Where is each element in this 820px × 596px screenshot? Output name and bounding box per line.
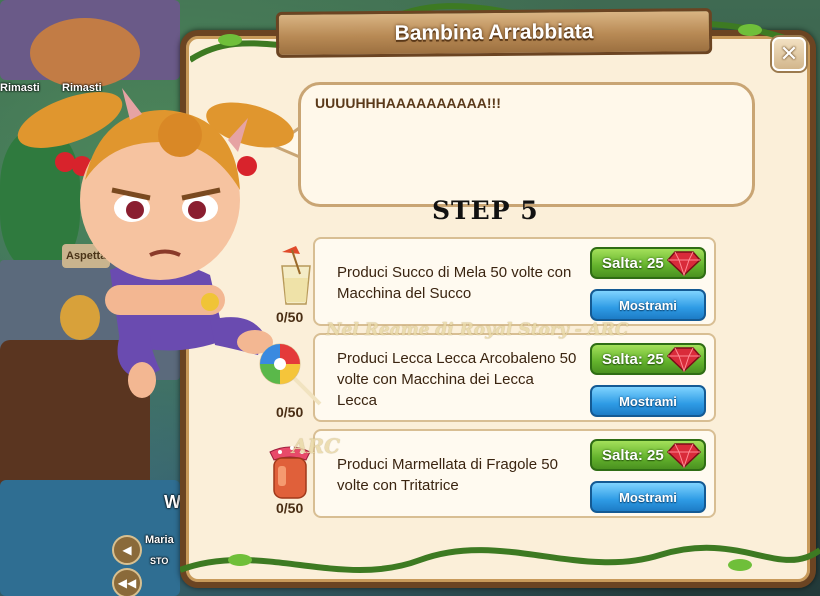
skip-label: Salta: 25 — [602, 446, 664, 464]
ruby-icon — [667, 347, 701, 372]
task-progress: 0/50 — [276, 500, 304, 516]
task-row: Produci Succo di Mela 50 volte con Macch… — [313, 237, 716, 326]
close-button[interactable]: ✕ — [772, 37, 806, 71]
show-me-button[interactable]: Mostrami — [590, 481, 706, 513]
angry-girl-character — [17, 88, 294, 398]
speech-bubble: UUUUHHHAAAAAAAAAA!!! — [298, 82, 755, 207]
show-me-button[interactable]: Mostrami — [590, 385, 706, 417]
speech-text: UUUUHHHAAAAAAAAAA!!! — [315, 95, 501, 111]
task-description: Produci Succo di Mela 50 volte con Macch… — [337, 264, 572, 302]
bg-market-stall — [30, 18, 140, 88]
show-me-label: Mostrami — [619, 489, 677, 505]
bg-label-w: W — [164, 492, 181, 512]
task-row: Produci Marmellata di Fragole 50 volte c… — [313, 429, 716, 518]
skip-button[interactable]: Salta: 25 — [590, 247, 706, 279]
bg-label-sto: STO — [150, 556, 169, 566]
skip-button[interactable]: Salta: 25 — [590, 439, 706, 471]
watermark-small: ARC — [292, 434, 341, 458]
skip-button[interactable]: Salta: 25 — [590, 343, 706, 375]
bg-back-button[interactable]: ◀ — [112, 535, 142, 565]
task-row: Produci Lecca Lecca Arcobaleno 50 volte … — [313, 333, 716, 422]
apple-juice-icon — [281, 246, 311, 305]
bg-rewind-button[interactable]: ◀◀ — [112, 568, 142, 596]
step-label: STEP 5 — [432, 196, 539, 225]
task-description: Produci Marmellata di Fragole 50 volte c… — [337, 456, 558, 494]
show-me-label: Mostrami — [619, 297, 677, 313]
ruby-icon — [667, 251, 701, 276]
task-progress: 0/50 — [276, 309, 304, 325]
watermark-main: Nel Reame di Royal Story - ARC — [326, 320, 629, 340]
skip-label: Salta: 25 — [602, 254, 664, 272]
dialog-title: Bambina Arrabbiata — [394, 20, 594, 45]
close-icon: ✕ — [779, 41, 799, 67]
ruby-icon — [667, 443, 701, 468]
skip-label: Salta: 25 — [602, 350, 664, 368]
bg-label-maria: Maria — [145, 534, 174, 546]
show-me-button[interactable]: Mostrami — [590, 289, 706, 321]
show-me-label: Mostrami — [619, 393, 677, 409]
task-description: Produci Lecca Lecca Arcobaleno 50 volte … — [337, 350, 577, 409]
task-progress: 0/50 — [276, 404, 304, 420]
dialog-title-board: Bambina Arrabbiata — [275, 8, 713, 58]
rainbow-lollipop-icon — [259, 343, 322, 406]
